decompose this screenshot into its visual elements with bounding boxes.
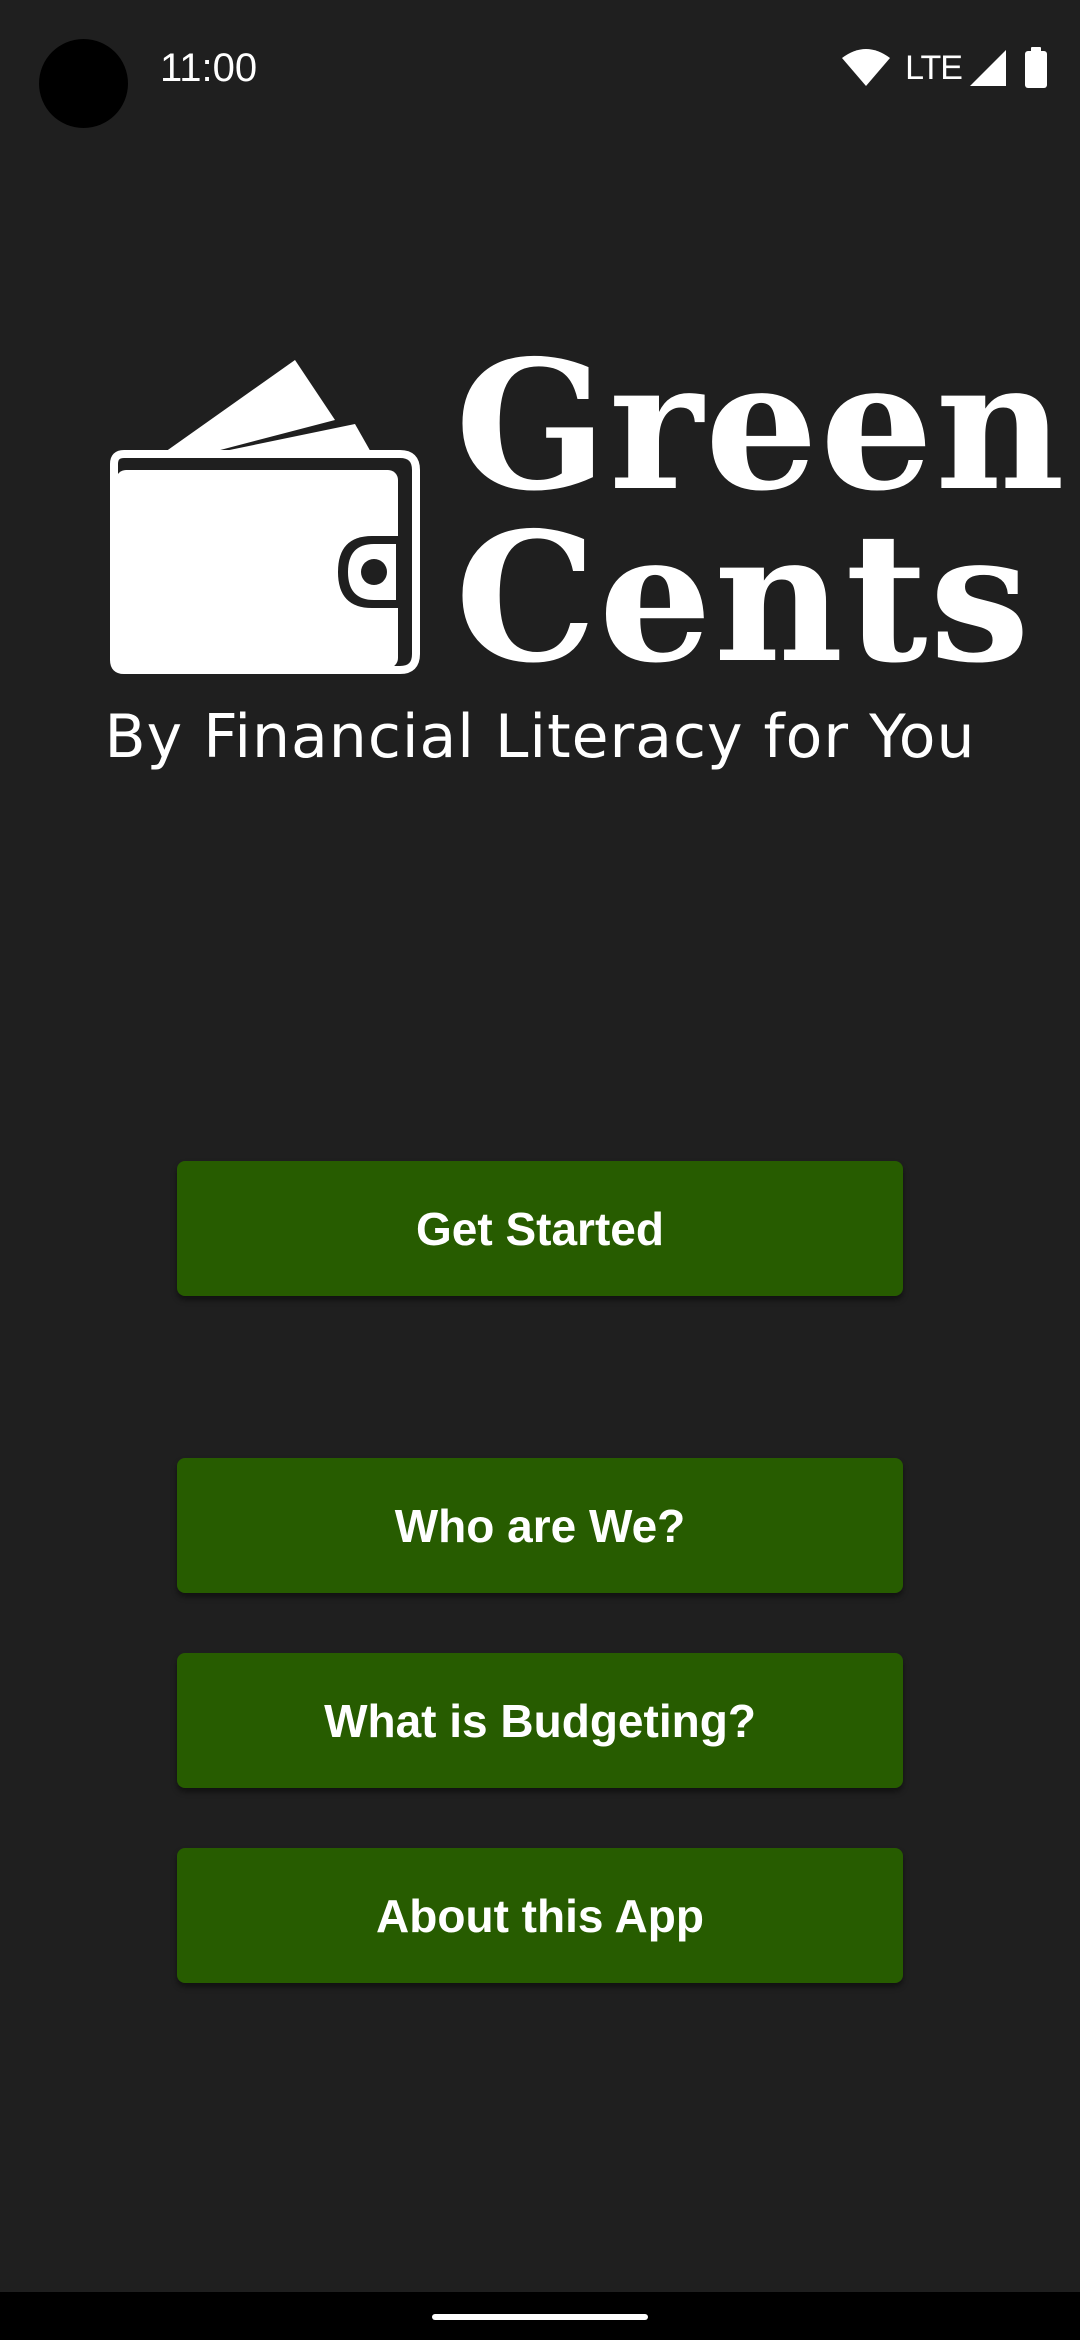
navigation-bar bbox=[0, 2292, 1080, 2340]
app-title-line-1: Green bbox=[455, 321, 1067, 530]
who-are-we-button[interactable]: Who are We? bbox=[177, 1458, 903, 1593]
what-is-budgeting-button[interactable]: What is Budgeting? bbox=[177, 1653, 903, 1788]
status-icons: LTE bbox=[841, 44, 1050, 92]
battery-icon bbox=[1025, 47, 1047, 88]
about-this-app-button[interactable]: About this App bbox=[177, 1848, 903, 1983]
app-logo: Green Cents By Financial Literacy for Yo… bbox=[0, 321, 1080, 800]
cell-signal-icon bbox=[970, 50, 1006, 86]
get-started-label: Get Started bbox=[416, 1202, 664, 1255]
app-title: Green Cents bbox=[455, 321, 1067, 702]
home-indicator[interactable] bbox=[432, 2314, 648, 2320]
status-bar: 11:00 LTE bbox=[0, 0, 1080, 140]
wallet-icon bbox=[110, 360, 420, 674]
network-type-label: LTE bbox=[905, 48, 963, 87]
app-title-line-2: Cents bbox=[455, 493, 1032, 702]
status-time: 11:00 bbox=[160, 46, 258, 90]
app-tagline: By Financial Literacy for You bbox=[104, 702, 976, 772]
camera-cutout bbox=[39, 39, 128, 128]
who-are-we-label: Who are We? bbox=[394, 1499, 686, 1552]
about-this-app-label: About this App bbox=[376, 1889, 704, 1942]
get-started-button[interactable]: Get Started bbox=[177, 1161, 903, 1296]
wifi-icon bbox=[842, 49, 891, 86]
what-is-budgeting-label: What is Budgeting? bbox=[324, 1694, 756, 1747]
